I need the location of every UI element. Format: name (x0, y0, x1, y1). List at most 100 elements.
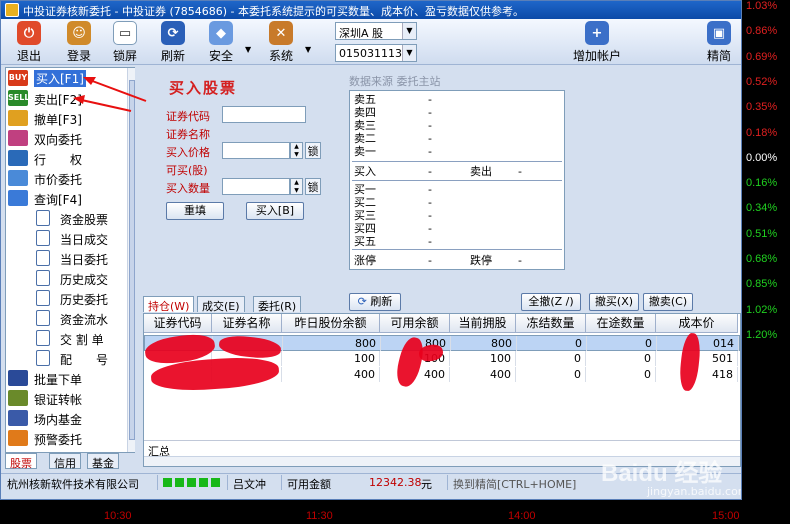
nav-item[interactable]: 银证转帐 (6, 388, 126, 408)
table-cell: 800 (451, 336, 517, 351)
table-cell: 100 (450, 351, 516, 366)
nav-item[interactable]: 历史委托 (6, 288, 126, 308)
refresh-icon: ⟳ (357, 295, 367, 308)
nav-item[interactable]: 当日委托 (6, 248, 126, 268)
nav-item[interactable]: 行 权 (6, 148, 126, 168)
simple-mode-button[interactable]: ▣ 精简 (699, 21, 739, 63)
nav-item-label: 配 号 (60, 353, 109, 367)
nav-item[interactable]: 双向委托 (6, 128, 126, 148)
percent-tick: 0.85% (746, 278, 778, 291)
quote-label: 买五 (354, 235, 376, 248)
cancel-order-icon (8, 110, 28, 126)
nav-item[interactable]: 市价委托 (6, 168, 126, 188)
nav-item[interactable]: 配 号 (6, 348, 126, 368)
price-stepper[interactable]: ▲ ▼ (290, 142, 303, 159)
quote-label: 买三 (354, 209, 376, 222)
nav-item[interactable]: 预警委托 (6, 428, 126, 448)
tab-fund[interactable]: 基金 (87, 453, 119, 470)
price-lock-button[interactable]: 锁 (305, 142, 321, 159)
separator (352, 249, 562, 250)
tab-stock[interactable]: 股票 (5, 453, 37, 470)
quote-label: 买入 (354, 165, 376, 178)
nav-item[interactable]: 查询[F4] (6, 188, 126, 208)
table-cell: 0 (517, 336, 587, 351)
chevron-down-icon[interactable]: ▼ (245, 45, 251, 54)
watermark-url: jingyan.baidu.com (647, 485, 742, 498)
simple-mode-icon: ▣ (707, 21, 731, 45)
table-cell: 100 (282, 351, 380, 366)
tab-trades[interactable]: 成交(E) (197, 296, 245, 313)
column-header[interactable]: 成本价 (656, 314, 738, 333)
cancel-buy-button[interactable]: 撤买(X) (589, 293, 639, 311)
quote-value: - (428, 106, 432, 119)
login-button[interactable]: ☺ 登录 (59, 21, 99, 63)
nav-item[interactable]: 交 割 单 (6, 328, 126, 348)
refresh-button[interactable]: ⟳ 刷新 (153, 21, 193, 63)
quote-value: - (428, 222, 432, 235)
exit-label: 退出 (16, 49, 41, 63)
buy-submit-button[interactable]: 买入[B] (246, 202, 304, 220)
market-order-icon (8, 170, 28, 186)
column-header[interactable]: 证券代码 (144, 314, 212, 333)
nav-item[interactable]: 历史成交 (6, 268, 126, 288)
tab-orders[interactable]: 委托(R) (253, 296, 302, 313)
add-account-button[interactable]: + 增加帐户 (567, 21, 627, 63)
exit-button[interactable]: ⏻ 退出 (9, 21, 49, 63)
quantity-lock-button[interactable]: 锁 (305, 178, 321, 195)
quantity-stepper[interactable]: ▲ ▼ (290, 178, 303, 195)
market-select[interactable]: 深圳A 股 ▼ (335, 22, 417, 40)
quote-row: 买二 - (354, 197, 560, 209)
nav-item[interactable]: 资金股票 (6, 208, 126, 228)
tab-positions[interactable]: 持仓(W) (143, 296, 195, 313)
nav-item[interactable]: 资金流水 (6, 308, 126, 328)
quote-label: 买四 (354, 222, 376, 235)
nav-item[interactable]: 场内基金 (6, 408, 126, 428)
quote-value: - (428, 196, 432, 209)
quote-row: 卖二 - (354, 133, 560, 145)
table-cell: 0 (516, 367, 586, 382)
quote-label: 买二 (354, 196, 376, 209)
column-header[interactable]: 当前拥股 (450, 314, 516, 333)
account-select-value: 0150311135 (339, 47, 409, 60)
account-select[interactable]: 0150311135 ▼ (335, 44, 417, 62)
column-header[interactable]: 昨日股份余额 (282, 314, 380, 333)
nav-item-label: 历史委托 (60, 293, 109, 307)
nav-item[interactable]: 批量下单 (6, 368, 126, 388)
percent-tick: 0.16% (746, 177, 778, 190)
time-label: 10:30 (104, 510, 132, 522)
doc-icon (36, 290, 50, 306)
buy-icon: BUY (8, 70, 28, 86)
system-button[interactable]: ✕ 系统 (261, 21, 301, 63)
quote-row: 卖四 - (354, 107, 560, 119)
column-header[interactable]: 证券名称 (212, 314, 282, 333)
power-icon: ⏻ (17, 21, 41, 45)
signal-indicator (211, 478, 220, 487)
chevron-down-icon[interactable]: ▼ (305, 45, 311, 54)
quote-value: - (428, 93, 432, 106)
funds-value: 12342.38 (369, 476, 422, 489)
column-header[interactable]: 在途数量 (586, 314, 656, 333)
tab-credit[interactable]: 信用 (49, 453, 81, 470)
grid-refresh-button[interactable]: ⟳ 刷新 (349, 293, 401, 311)
quantity-input[interactable] (222, 178, 290, 195)
percent-tick: 0.52% (746, 75, 778, 88)
lock-screen-button[interactable]: ▭ 锁屏 (105, 21, 145, 63)
column-header[interactable]: 冻结数量 (516, 314, 586, 333)
security-button[interactable]: ◆ 安全 (201, 21, 241, 63)
query-icon (8, 190, 28, 206)
time-label: 14:00 (508, 510, 536, 522)
doc-icon (36, 270, 50, 286)
nav-item[interactable]: 当日成交 (6, 228, 126, 248)
cancel-sell-button[interactable]: 撤卖(C) (643, 293, 693, 311)
percent-tick: 1.02% (746, 303, 778, 316)
stock-code-input[interactable] (222, 106, 306, 123)
reset-button[interactable]: 重填 (166, 202, 224, 220)
scroll-thumb[interactable] (129, 80, 135, 440)
price-input[interactable] (222, 142, 290, 159)
cancel-all-button[interactable]: 全撤(Z /) (521, 293, 581, 311)
quote-label: 卖五 (354, 93, 376, 106)
column-header[interactable]: 可用余额 (380, 314, 450, 333)
system-label: 系统 (268, 49, 293, 63)
quote-row: 买入 - 卖出 - (354, 166, 560, 178)
percent-tick: 1.20% (746, 328, 778, 341)
